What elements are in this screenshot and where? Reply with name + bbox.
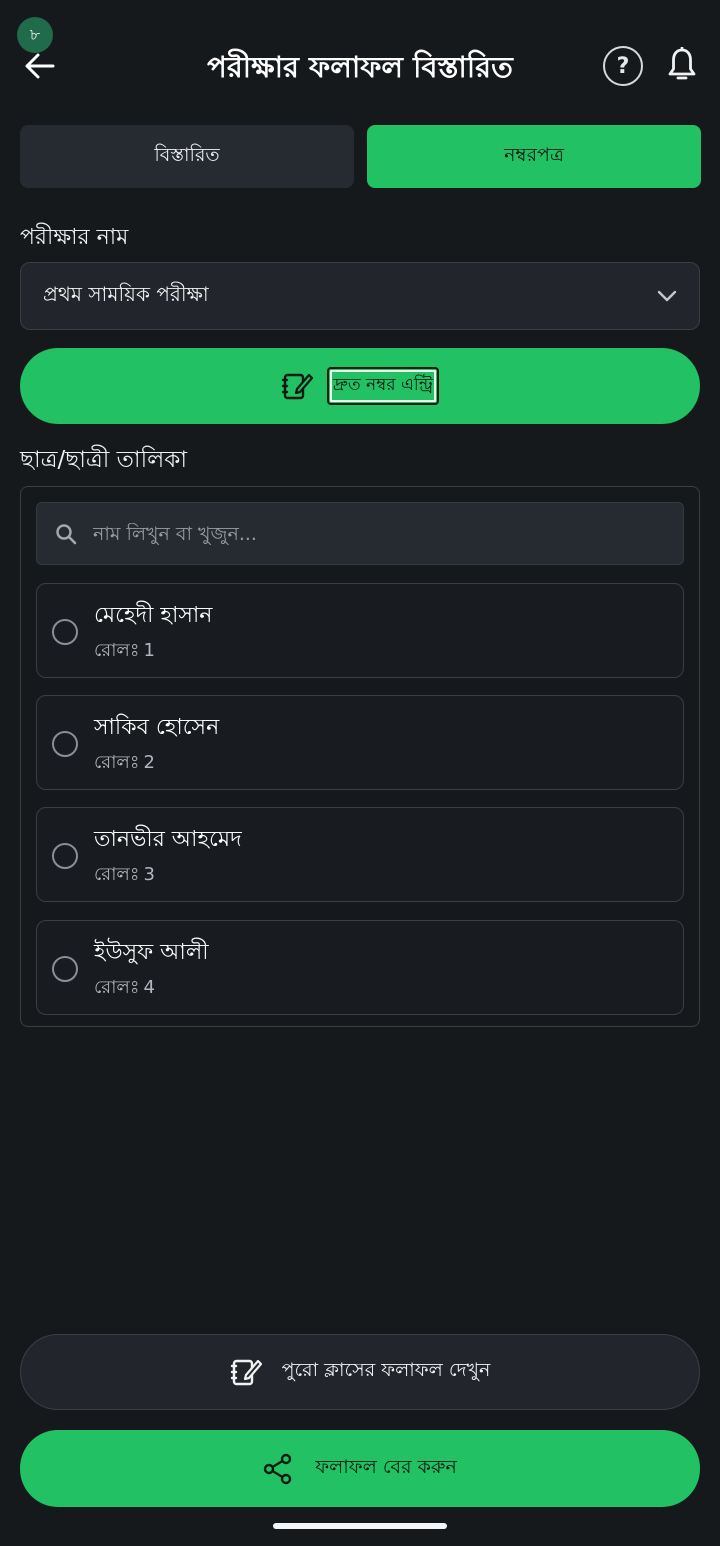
back-button[interactable] bbox=[20, 46, 60, 86]
student-roll: রোলঃ 3 bbox=[94, 860, 155, 891]
student-list: মেহেদী হাসান রোলঃ1 সাকিব হোসেন রোলঃ2 তান… bbox=[20, 486, 700, 1027]
student-list-title: ছাত্র/ছাত্রী তালিকা bbox=[20, 447, 188, 473]
exam-select[interactable]: প্রথম সাময়িক পরীক্ষা bbox=[20, 262, 700, 330]
roll-label: রোলঃ bbox=[94, 752, 140, 773]
home-indicator[interactable] bbox=[273, 1523, 447, 1529]
exam-name-label: পরীক্ষার নাম bbox=[20, 225, 129, 250]
notebook-edit-icon bbox=[230, 1359, 262, 1386]
select-radio[interactable] bbox=[52, 619, 78, 645]
roll-number: 2 bbox=[143, 752, 155, 773]
roll-number: 3 bbox=[143, 864, 155, 885]
student-name: ইউসুফ আলী bbox=[94, 940, 209, 965]
bell-icon bbox=[668, 47, 696, 80]
select-radio[interactable] bbox=[52, 843, 78, 869]
select-radio[interactable] bbox=[52, 956, 78, 982]
notebook-edit-icon bbox=[281, 373, 313, 400]
quick-entry-label: দ্রুত নম্বর এন্ট্রি bbox=[326, 367, 440, 405]
list-item[interactable]: ইউসুফ আলী রোলঃ 4 bbox=[36, 920, 684, 1015]
student-name: সাকিব হোসেন bbox=[94, 715, 220, 740]
publish-results-button[interactable]: ফলাফল বের করুন bbox=[20, 1430, 700, 1507]
notifications-button[interactable] bbox=[662, 44, 702, 86]
page-title: পরীক্ষার ফলাফল বিস্তারিত bbox=[207, 50, 513, 84]
class-results-button[interactable]: পুরো ক্লাসের ফলাফল দেখুন bbox=[20, 1334, 700, 1410]
chevron-down-icon bbox=[657, 290, 677, 302]
roll-label: রোলঃ bbox=[94, 864, 140, 885]
exam-select-value: প্রথম সাময়িক পরীক্ষা bbox=[43, 281, 209, 306]
roll-number: 1 bbox=[143, 640, 155, 661]
student-name: তানভীর আহমেদ bbox=[94, 827, 242, 852]
help-icon: ? bbox=[616, 53, 630, 79]
list-item[interactable]: সাকিব হোসেন রোলঃ 2 bbox=[36, 695, 684, 790]
search-icon bbox=[56, 523, 77, 544]
list-item[interactable]: তানভীর আহমেদ রোলঃ 3 bbox=[36, 807, 684, 902]
search-field[interactable] bbox=[36, 502, 684, 565]
search-input[interactable] bbox=[93, 522, 665, 545]
student-roll: রোলঃ 1 bbox=[94, 636, 155, 667]
arrow-left-icon bbox=[25, 53, 55, 79]
roll-number: 4 bbox=[143, 977, 155, 998]
roll-label: রোলঃ bbox=[94, 977, 140, 998]
publish-results-label: ফলাফল বের করুন bbox=[315, 1455, 457, 1478]
select-radio[interactable] bbox=[52, 731, 78, 757]
student-roll: রোলঃ 4 bbox=[94, 973, 155, 1004]
tab-details[interactable]: বিস্তারিত bbox=[20, 125, 354, 188]
tab-marksheet[interactable]: নম্বরপত্র bbox=[367, 125, 701, 188]
class-results-label: পুরো ক্লাসের ফলাফল দেখুন bbox=[281, 1359, 491, 1381]
student-roll: রোলঃ 2 bbox=[94, 748, 155, 779]
list-item[interactable]: মেহেদী হাসান রোলঃ 1 bbox=[36, 583, 684, 678]
help-button[interactable]: ? bbox=[603, 46, 643, 86]
student-name: মেহেদী হাসান bbox=[94, 603, 213, 628]
quick-entry-button[interactable]: দ্রুত নম্বর এন্ট্রি bbox=[20, 348, 700, 424]
roll-label: রোলঃ bbox=[94, 640, 140, 661]
exam-result-details-screen: ৮ পরীক্ষার ফলাফল বিস্তারিত ? বিস্তারিত ন… bbox=[0, 0, 720, 1546]
share-icon bbox=[263, 1453, 292, 1484]
